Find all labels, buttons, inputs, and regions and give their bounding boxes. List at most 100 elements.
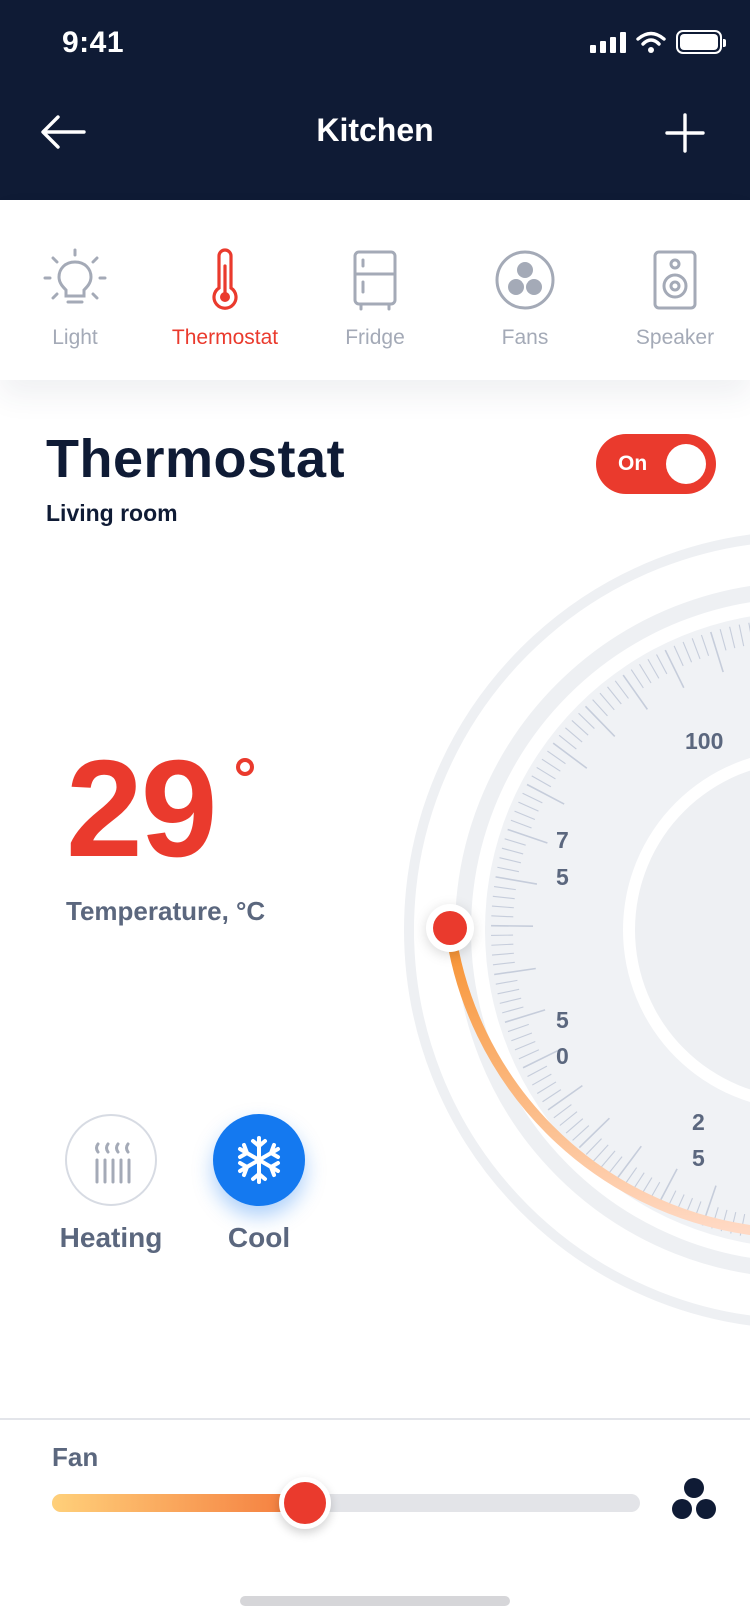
temperature-label: Temperature, °C bbox=[66, 896, 266, 926]
device-title: Thermostat bbox=[46, 429, 346, 489]
dial-tick bbox=[497, 866, 520, 873]
dial-center bbox=[635, 770, 750, 1090]
dial-tick bbox=[719, 629, 727, 651]
room-name: Living room bbox=[46, 500, 178, 526]
dial-tick bbox=[565, 727, 583, 743]
dial-tick bbox=[664, 649, 685, 689]
add-plus-icon[interactable] bbox=[664, 112, 706, 154]
dial-tick bbox=[673, 645, 684, 667]
dial-tick bbox=[504, 1009, 546, 1024]
fan-icon bbox=[495, 250, 555, 310]
tab-fridge[interactable]: Fridge bbox=[300, 248, 450, 350]
dial-tick bbox=[578, 1117, 610, 1149]
tab-thermostat[interactable]: Thermostat bbox=[150, 248, 300, 350]
dial-tick bbox=[607, 686, 622, 705]
tab-label: Fans bbox=[501, 326, 549, 349]
dial-tick bbox=[497, 988, 520, 995]
dial-tick bbox=[571, 720, 589, 736]
dial-tick bbox=[614, 680, 629, 699]
power-toggle[interactable]: On bbox=[596, 434, 716, 494]
dial-tick bbox=[701, 1185, 717, 1226]
dial-tick bbox=[491, 905, 514, 909]
tab-light[interactable]: Light bbox=[0, 248, 150, 350]
dial-handle[interactable] bbox=[426, 904, 474, 952]
cool-mode-label: Cool bbox=[227, 1222, 291, 1253]
dial-tick bbox=[729, 626, 736, 649]
temperature-value: 29 bbox=[66, 732, 217, 886]
dial-inner-ring bbox=[623, 758, 750, 1102]
dial-tick bbox=[553, 1104, 572, 1119]
lightbulb-icon bbox=[43, 248, 107, 304]
dial-tick bbox=[631, 1172, 645, 1192]
dial-tick bbox=[599, 692, 615, 711]
scale-label-25-top: 2 bbox=[692, 1109, 705, 1135]
dial-tick bbox=[531, 775, 552, 788]
dial-tick bbox=[504, 838, 526, 846]
dial-tick bbox=[709, 631, 724, 673]
dial-tick bbox=[647, 658, 660, 679]
dial-progress-arc bbox=[445, 923, 750, 1235]
dial-tick bbox=[491, 952, 514, 956]
dial-tick bbox=[691, 638, 701, 660]
cool-mode-circle bbox=[213, 1114, 305, 1206]
degree-symbol bbox=[236, 758, 254, 776]
tab-fans[interactable]: Fans bbox=[450, 248, 600, 350]
dial-tick bbox=[518, 1049, 540, 1060]
scale-label-75-bottom: 5 bbox=[556, 864, 569, 890]
dial-tick bbox=[542, 1089, 562, 1103]
section-divider bbox=[0, 1418, 750, 1420]
dial-tick bbox=[656, 654, 668, 675]
dial-tick bbox=[492, 961, 515, 966]
dial-tick bbox=[514, 810, 536, 820]
dial-tick bbox=[494, 967, 536, 976]
dial-tick bbox=[558, 734, 577, 750]
fan-slider-thumb[interactable] bbox=[278, 1477, 331, 1529]
dial-tick bbox=[495, 979, 518, 985]
page-header-title: Kitchen bbox=[316, 112, 434, 148]
cool-mode-button[interactable]: Cool bbox=[184, 1114, 334, 1254]
dial-tick bbox=[541, 758, 561, 772]
heating-mode-button[interactable]: Heating bbox=[36, 1114, 186, 1254]
toggle-knob bbox=[666, 444, 706, 484]
dial-tick bbox=[665, 1190, 677, 1211]
dial-tick bbox=[639, 1177, 653, 1197]
top-bar: 9:41 Kitchen bbox=[0, 0, 750, 200]
scale-label-50-bottom: 0 bbox=[556, 1043, 569, 1069]
scale-label-75-top: 7 bbox=[556, 827, 569, 853]
dial-tick bbox=[547, 1084, 583, 1111]
dial-ticks bbox=[491, 622, 750, 1236]
device-tabs: Light Thermostat Fridge Fans Speaker bbox=[0, 200, 750, 380]
tab-speaker[interactable]: Speaker bbox=[600, 248, 750, 350]
fan-label: Fan bbox=[52, 1442, 99, 1472]
dial-tick bbox=[739, 1213, 746, 1236]
dial-tick bbox=[522, 792, 543, 804]
dial-tick bbox=[578, 712, 595, 729]
dial-tick bbox=[491, 943, 514, 946]
dial-tick bbox=[491, 915, 514, 918]
tab-label: Thermostat bbox=[171, 326, 279, 349]
dial-tick bbox=[495, 876, 538, 885]
dial-tick bbox=[738, 624, 745, 647]
fridge-icon bbox=[353, 250, 397, 311]
dial-tick bbox=[507, 1023, 529, 1033]
dial-tick bbox=[536, 766, 556, 780]
dial-tick bbox=[526, 783, 565, 805]
dial-tick bbox=[615, 1145, 642, 1181]
dial-tick bbox=[700, 634, 710, 656]
heating-mode-circle bbox=[65, 1114, 157, 1206]
battery-icon bbox=[676, 30, 726, 54]
dial-tick bbox=[531, 1073, 552, 1086]
fan-speed-slider[interactable] bbox=[52, 1477, 640, 1529]
dial-tick bbox=[623, 1167, 638, 1186]
scale-label-25-bottom: 5 bbox=[692, 1145, 705, 1171]
dial-tick bbox=[492, 895, 515, 900]
dial-tick bbox=[507, 828, 548, 844]
dial-tick bbox=[559, 1111, 578, 1126]
dial-tick bbox=[527, 1065, 548, 1077]
speaker-icon bbox=[653, 250, 697, 310]
dial-track bbox=[455, 586, 750, 1274]
dial-tick bbox=[522, 1048, 562, 1069]
dial-tick bbox=[607, 1156, 623, 1175]
status-icons bbox=[590, 30, 726, 54]
dial-tick bbox=[499, 997, 522, 1004]
